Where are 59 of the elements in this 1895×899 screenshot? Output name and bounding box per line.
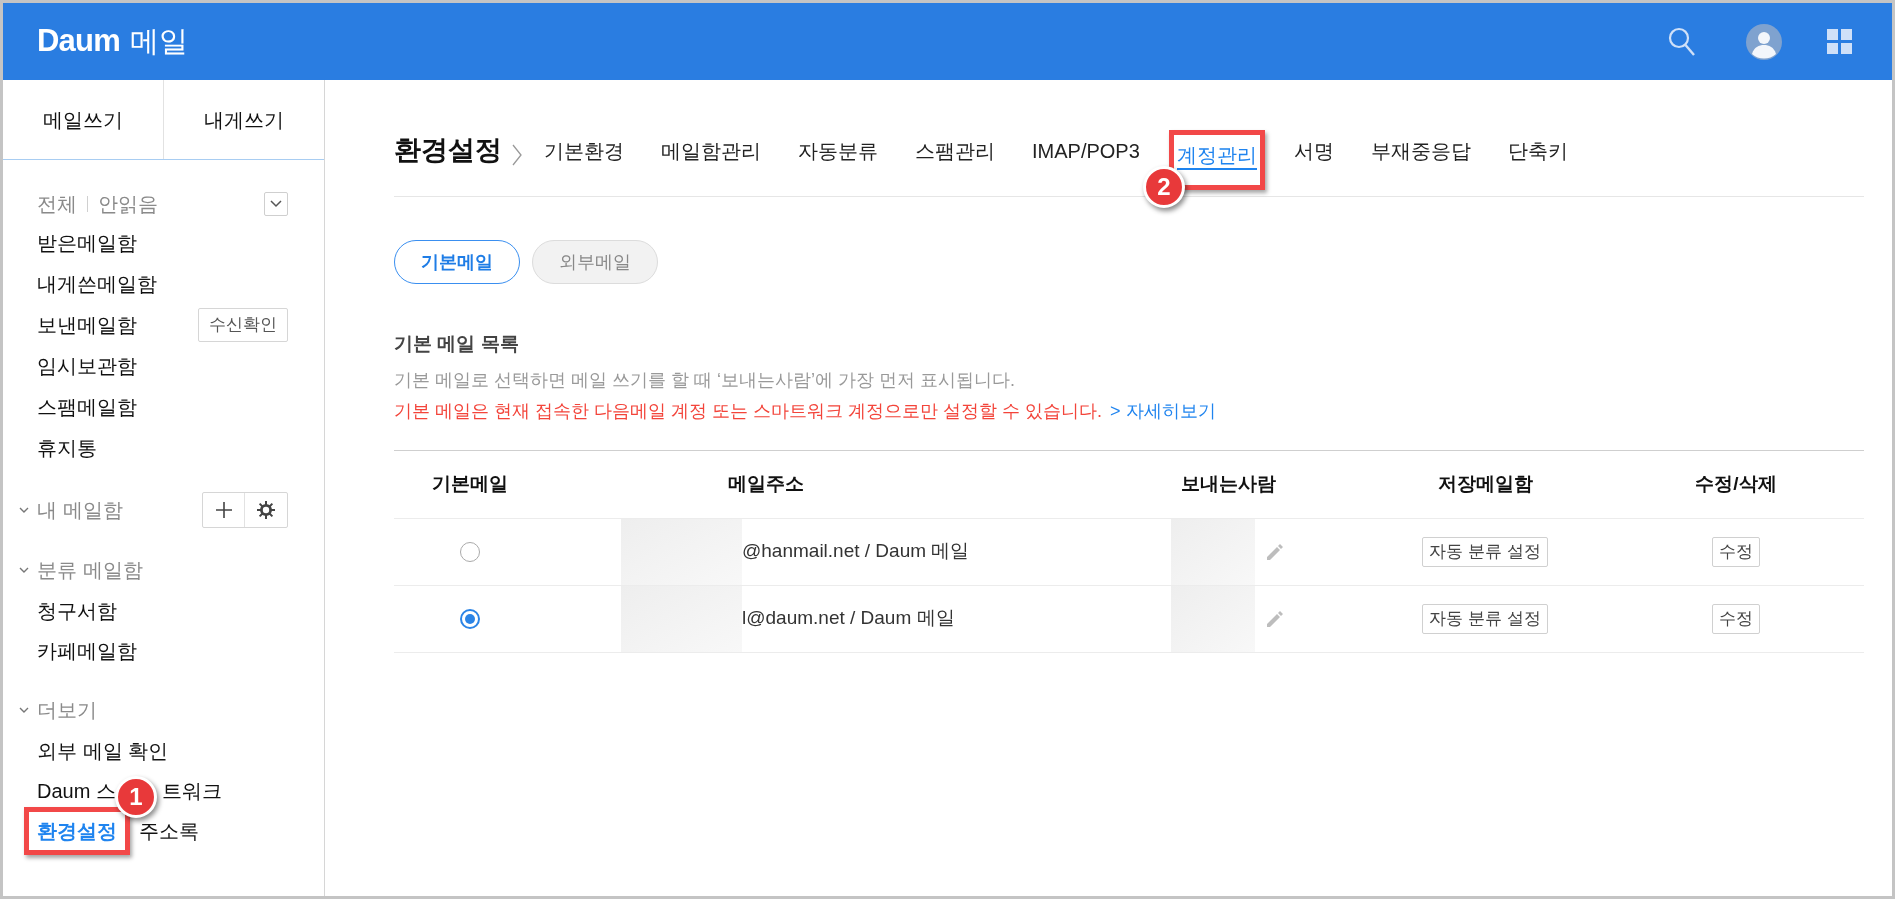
email-address: @hanmail.net / Daum 메일 xyxy=(742,539,970,564)
warning-text: 기본 메일은 현재 접속한 다음메일 계정 또는 스마트워크 계정으로만 설정할 수 있습니다. xyxy=(394,399,1102,423)
folder-item[interactable]: 스팸메일함 xyxy=(37,391,137,422)
chevron-down-icon[interactable] xyxy=(19,565,29,575)
column-header: 보내는사람 xyxy=(1180,472,1276,494)
column-header: 기본메일 xyxy=(432,472,508,494)
email-address: l@daum.net / Daum 메일 xyxy=(742,606,955,631)
sidebar-item[interactable]: 외부 메일 확인 xyxy=(37,736,169,766)
settings-tab[interactable]: 단축키 xyxy=(1507,136,1568,170)
settings-tab[interactable]: 서명 xyxy=(1293,136,1334,170)
sidebar-item[interactable]: 주소록 xyxy=(139,816,199,846)
dropdown-toggle[interactable] xyxy=(264,192,288,216)
description-text: 기본 메일로 선택하면 메일 쓰기를 할 때 ‘보내는사람’에 가장 먼저 표시됩니다. xyxy=(394,368,1016,392)
settings-tab[interactable]: IMAP/POP3 xyxy=(1032,136,1140,170)
settings-tab[interactable]: 자동분류 xyxy=(798,136,878,170)
plus-icon xyxy=(215,502,232,518)
search-icon[interactable] xyxy=(1668,26,1696,57)
compose-button[interactable]: 내게쓰기 xyxy=(164,80,324,159)
chevron-down-icon[interactable] xyxy=(19,505,29,515)
folder-item[interactable]: 받은메일함 xyxy=(37,227,137,258)
column-header: 수정/삭제 xyxy=(1695,472,1777,494)
settings-tab[interactable]: 부재중응답 xyxy=(1370,136,1471,170)
callout-badge: 2 xyxy=(1142,166,1185,208)
auto-sort-button[interactable]: 자동 분류 설정 xyxy=(1422,603,1548,634)
radio-button[interactable] xyxy=(460,608,480,629)
chevron-down-icon[interactable] xyxy=(19,705,29,715)
folder-item[interactable]: 보낸메일함 xyxy=(37,309,137,340)
callout-badge: 1 xyxy=(115,776,157,818)
page-title: 환경설정 xyxy=(394,133,502,167)
mail-type-tab[interactable]: 기본메일 xyxy=(394,240,520,284)
sidebar-item[interactable]: 환경설정 xyxy=(37,820,117,842)
sidebar-item[interactable]: Daum 스 xyxy=(37,776,116,806)
settings-icon xyxy=(257,501,275,519)
folder-item[interactable]: 임시보관함 xyxy=(37,350,137,381)
auto-sort-button[interactable]: 자동 분류 설정 xyxy=(1422,536,1548,567)
settings-tab[interactable]: 스팸관리 xyxy=(915,136,995,170)
daum-logo[interactable]: Daum xyxy=(37,18,121,65)
edit-button[interactable]: 수정 xyxy=(1712,603,1760,634)
folder-item[interactable]: 내게쓴메일함 xyxy=(37,268,157,299)
read-receipt-button[interactable]: 수신확인 xyxy=(198,307,288,342)
chevron-down-icon xyxy=(270,200,282,208)
details-link[interactable]: > 자세히보기 xyxy=(1110,397,1216,425)
compose-button[interactable]: 메일쓰기 xyxy=(3,80,164,159)
sidebar-item[interactable]: 카페메일함 xyxy=(37,636,137,666)
column-header: 저장메일함 xyxy=(1437,472,1533,494)
section-title: 기본 메일 목록 xyxy=(394,332,520,356)
settings-tab[interactable]: 계정관리 xyxy=(1176,144,1257,170)
edit-button[interactable]: 수정 xyxy=(1712,536,1760,567)
sidebar-item[interactable]: 트워크 xyxy=(161,776,222,806)
folder-item[interactable]: 휴지통 xyxy=(37,432,97,463)
service-name: 메일 xyxy=(130,23,189,59)
settings-tab[interactable]: 메일함관리 xyxy=(661,136,761,170)
group-header[interactable]: 더보기 xyxy=(37,695,97,725)
apps-grid-icon[interactable] xyxy=(1827,29,1852,54)
settings-tab[interactable]: 기본환경 xyxy=(544,136,624,170)
avatar-icon[interactable] xyxy=(1746,23,1782,60)
column-header: 메일주소 xyxy=(728,472,804,494)
sidebar-item[interactable]: 청구서함 xyxy=(37,596,117,626)
chevron-right-icon xyxy=(512,144,522,166)
